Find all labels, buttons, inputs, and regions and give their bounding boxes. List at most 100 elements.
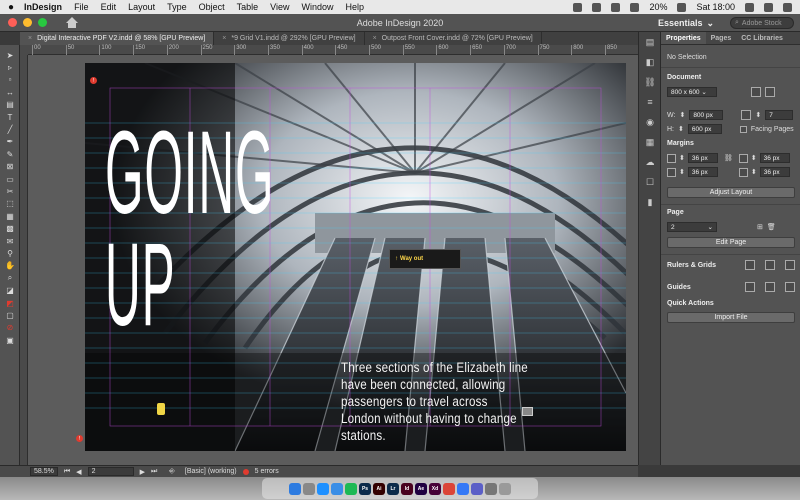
pasteboard[interactable]: GOING UP ↑ Way out Three sections of the… bbox=[28, 55, 638, 465]
close-window-button[interactable] bbox=[8, 18, 17, 27]
selection-tool-icon[interactable]: ➤ bbox=[0, 49, 20, 61]
color-panel-icon[interactable]: ◉ bbox=[639, 112, 661, 132]
width-field[interactable]: 800 px bbox=[689, 110, 724, 120]
dock-photoshop-icon[interactable]: Ps bbox=[359, 482, 371, 495]
adjust-layout-button[interactable]: Adjust Layout bbox=[667, 187, 795, 198]
stepper-icon[interactable]: ⬍ bbox=[679, 154, 685, 162]
page-tool-icon[interactable]: ▫ bbox=[0, 74, 20, 86]
pages-count-field[interactable]: 7 bbox=[765, 110, 794, 120]
zoom-field[interactable]: 58.5% bbox=[30, 467, 58, 476]
tab-9-grid[interactable]: × *9 Grid V1.indd @ 292% [GPU Preview] bbox=[214, 32, 365, 45]
edit-page-button[interactable]: Edit Page bbox=[667, 237, 795, 248]
page-number-field[interactable]: 2 bbox=[87, 467, 134, 476]
body-text-frame[interactable]: Three sections of the Elizabeth line hav… bbox=[341, 359, 530, 444]
gradient-feather-tool-icon[interactable]: ▩ bbox=[0, 222, 20, 234]
menu-object[interactable]: Object bbox=[199, 2, 225, 12]
preflight-error-icon[interactable]: ! bbox=[90, 77, 97, 84]
zoom-window-button[interactable] bbox=[38, 18, 47, 27]
preflight-profile[interactable]: [Basic] (working) bbox=[185, 468, 237, 475]
pencil-tool-icon[interactable]: ✎ bbox=[0, 148, 20, 160]
tab-outpost-front-cover[interactable]: × Outpost Front Cover.indd @ 72% [GPU Pr… bbox=[365, 32, 542, 45]
menu-edit[interactable]: Edit bbox=[101, 2, 117, 12]
open-in-bridge-icon[interactable]: ⎆ bbox=[169, 468, 175, 476]
tab-properties[interactable]: Properties bbox=[661, 32, 706, 44]
dropbox-icon[interactable] bbox=[611, 2, 621, 12]
landscape-orientation-icon[interactable] bbox=[765, 87, 775, 97]
search-icon[interactable] bbox=[745, 2, 754, 12]
smart-guides-icon[interactable] bbox=[785, 282, 795, 292]
dock-app-a-icon[interactable] bbox=[457, 482, 469, 495]
layers-panel-icon[interactable]: ◧ bbox=[639, 52, 661, 72]
menu-help[interactable]: Help bbox=[346, 2, 365, 12]
close-tab-icon[interactable]: × bbox=[28, 35, 32, 42]
page-select[interactable]: 2 ⌄ bbox=[667, 222, 717, 232]
menu-type[interactable]: Type bbox=[167, 2, 187, 12]
vertical-ruler[interactable] bbox=[20, 55, 28, 465]
stepper-icon[interactable]: ⬍ bbox=[679, 111, 685, 119]
prev-page-arrow-icon[interactable]: ◀ bbox=[76, 468, 81, 476]
pen-tool-icon[interactable]: ✒ bbox=[0, 136, 20, 148]
image-placeholder-icon[interactable] bbox=[522, 407, 533, 416]
tab-pages[interactable]: Pages bbox=[706, 32, 737, 44]
dock-xd-icon[interactable]: Xd bbox=[429, 482, 441, 495]
dock-illustrator-icon[interactable]: Ai bbox=[373, 482, 385, 495]
stepper-icon[interactable]: ⬍ bbox=[751, 168, 757, 176]
content-collector-icon[interactable]: ▤ bbox=[0, 99, 20, 111]
menu-layout[interactable]: Layout bbox=[128, 2, 155, 12]
height-field[interactable]: 600 px bbox=[687, 124, 722, 134]
dock-indesign-icon[interactable]: Id bbox=[401, 482, 413, 495]
menu-table[interactable]: Table bbox=[237, 2, 259, 12]
preflight-error-icon[interactable]: ! bbox=[76, 435, 83, 442]
previous-page-icon[interactable]: ⏮ bbox=[64, 468, 70, 476]
margin-top-field[interactable]: 36 px bbox=[687, 153, 718, 163]
document-page[interactable]: GOING UP ↑ Way out Three sections of the… bbox=[85, 63, 626, 451]
gap-tool-icon[interactable]: ↔ bbox=[0, 86, 20, 98]
line-tool-icon[interactable]: ╱ bbox=[0, 123, 20, 135]
creative-cloud-icon[interactable] bbox=[573, 2, 583, 12]
link-margins-icon[interactable]: ⛓ bbox=[724, 154, 733, 162]
next-page-arrow-icon[interactable]: ▶ bbox=[140, 468, 145, 476]
cc-libraries-icon[interactable]: ☁ bbox=[639, 152, 661, 172]
baseline-grid-icon[interactable] bbox=[765, 260, 775, 270]
default-fill-stroke-icon[interactable]: ◪ bbox=[0, 284, 20, 296]
battery-icon[interactable] bbox=[677, 2, 687, 12]
workspace-switcher[interactable]: Essentials ⌄ bbox=[658, 16, 714, 30]
screen-mode-icon[interactable]: ▣ bbox=[0, 334, 20, 346]
home-icon[interactable] bbox=[65, 16, 79, 29]
close-tab-icon[interactable]: × bbox=[373, 35, 377, 42]
dock-spotify-icon[interactable] bbox=[345, 482, 357, 495]
dock-after-effects-icon[interactable]: Ae bbox=[415, 482, 427, 495]
margin-outside-field[interactable]: 36 px bbox=[759, 167, 790, 177]
show-guides-icon[interactable] bbox=[745, 282, 755, 292]
apply-none-icon[interactable]: ⊘ bbox=[0, 322, 20, 334]
margin-bottom-field[interactable]: 36 px bbox=[687, 167, 718, 177]
dock-launchpad-icon[interactable] bbox=[303, 482, 315, 495]
stepper-icon[interactable]: ⬍ bbox=[679, 168, 685, 176]
tab-digital-interactive-pdf[interactable]: × Digital Interactive PDF V2.indd @ 58% … bbox=[20, 32, 215, 45]
eyedropper-tool-icon[interactable]: ⚲ bbox=[0, 247, 20, 259]
hand-tool-icon[interactable]: ✋ bbox=[0, 260, 20, 272]
tab-cc-libraries[interactable]: CC Libraries bbox=[736, 32, 788, 44]
dock-finder-icon[interactable] bbox=[289, 482, 301, 495]
zoom-tool-icon[interactable]: ⌕ bbox=[0, 272, 20, 284]
last-page-icon[interactable]: ⏭ bbox=[151, 468, 157, 476]
scissors-tool-icon[interactable]: ✂ bbox=[0, 185, 20, 197]
stroke-panel-icon[interactable]: ≡ bbox=[639, 92, 661, 112]
portrait-orientation-icon[interactable] bbox=[751, 87, 761, 97]
anchored-object-marker[interactable] bbox=[157, 403, 165, 415]
add-page-icon[interactable]: ⊞ bbox=[757, 223, 763, 231]
free-transform-tool-icon[interactable]: ⬚ bbox=[0, 198, 20, 210]
delete-page-icon[interactable]: 🗑 bbox=[767, 223, 776, 231]
menu-window[interactable]: Window bbox=[302, 2, 334, 12]
dock-app-b-icon[interactable] bbox=[471, 482, 483, 495]
dock-lightroom-icon[interactable]: Lr bbox=[387, 482, 399, 495]
headline-frame[interactable]: GOING UP bbox=[105, 114, 508, 344]
menu-app-name[interactable]: InDesign bbox=[24, 2, 62, 12]
siri-icon[interactable] bbox=[764, 2, 773, 12]
pages-panel-icon[interactable]: ▤ bbox=[639, 32, 661, 52]
bookmarks-panel-icon[interactable]: ▮ bbox=[639, 192, 661, 212]
notification-center-icon[interactable] bbox=[783, 2, 792, 12]
dock-trash-icon[interactable] bbox=[499, 482, 511, 495]
dock-safari-icon[interactable] bbox=[317, 482, 329, 495]
preflight-error-count[interactable]: 5 errors bbox=[255, 468, 279, 475]
